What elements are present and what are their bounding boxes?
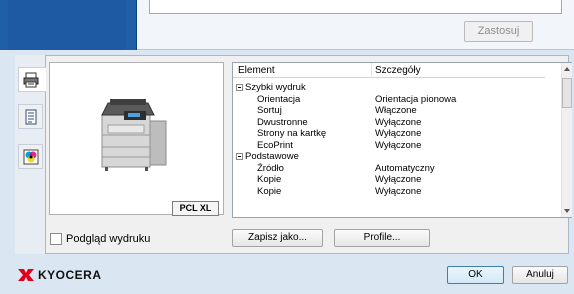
table-group-row[interactable]: Podstawowe bbox=[233, 151, 560, 163]
top-field[interactable] bbox=[149, 0, 562, 14]
kyocera-logo-icon bbox=[18, 269, 34, 281]
row-detail: Wyłączone bbox=[375, 186, 422, 197]
table-row[interactable]: Kopie Wyłączone bbox=[233, 186, 560, 198]
save-as-button[interactable]: Zapisz jako... bbox=[232, 229, 323, 247]
row-element: Podstawowe bbox=[245, 151, 299, 162]
tab-quick-print[interactable] bbox=[18, 67, 46, 92]
preview-checkbox-label: Podgląd wydruku bbox=[66, 233, 151, 245]
logo-text: KYOCERA bbox=[38, 268, 102, 282]
row-element: Kopie bbox=[257, 174, 282, 185]
kyocera-logo: KYOCERA bbox=[18, 268, 101, 282]
profile-button[interactable]: Profile... bbox=[334, 229, 430, 247]
column-header-details[interactable]: Szczegóły bbox=[375, 65, 421, 76]
row-element: Sortuj bbox=[257, 105, 282, 116]
collapse-icon[interactable] bbox=[236, 153, 243, 160]
cancel-button[interactable]: Anuluj bbox=[512, 266, 568, 284]
ok-button[interactable]: OK bbox=[447, 266, 504, 284]
row-detail: Wyłączone bbox=[375, 174, 422, 185]
document-icon bbox=[25, 109, 37, 125]
print-preview bbox=[49, 62, 224, 215]
row-detail: Włączone bbox=[375, 105, 417, 116]
column-divider bbox=[371, 63, 372, 78]
top-banner-left bbox=[0, 0, 137, 50]
scrollbar-thumb[interactable] bbox=[562, 78, 572, 108]
color-icon bbox=[23, 149, 39, 165]
table-row[interactable]: Sortuj Włączone bbox=[233, 105, 560, 117]
tab-color[interactable] bbox=[18, 144, 43, 169]
table-header: Element Szczegóły bbox=[233, 63, 545, 78]
column-header-element[interactable]: Element bbox=[238, 65, 275, 76]
row-element: Kopie bbox=[257, 186, 282, 197]
row-detail: Wyłączone bbox=[375, 128, 422, 139]
scroll-up-icon[interactable] bbox=[564, 67, 570, 71]
preview-checkbox[interactable] bbox=[50, 233, 62, 245]
row-element: Strony na kartkę bbox=[257, 128, 327, 139]
printer-icon bbox=[23, 72, 39, 88]
pdl-badge: PCL XL bbox=[172, 201, 219, 216]
collapse-icon[interactable] bbox=[236, 84, 243, 91]
tab-basic[interactable] bbox=[18, 104, 43, 129]
apply-button[interactable]: Zastosuj bbox=[464, 21, 533, 42]
table-row[interactable]: Strony na kartkę Wyłączone bbox=[233, 128, 560, 140]
table-row[interactable]: Kopie Wyłączone bbox=[233, 174, 560, 186]
printer-image bbox=[101, 99, 167, 171]
table-group-row[interactable]: Szybki wydruk bbox=[233, 82, 560, 94]
scroll-down-icon[interactable] bbox=[564, 209, 570, 213]
row-element: Szybki wydruk bbox=[245, 82, 306, 93]
